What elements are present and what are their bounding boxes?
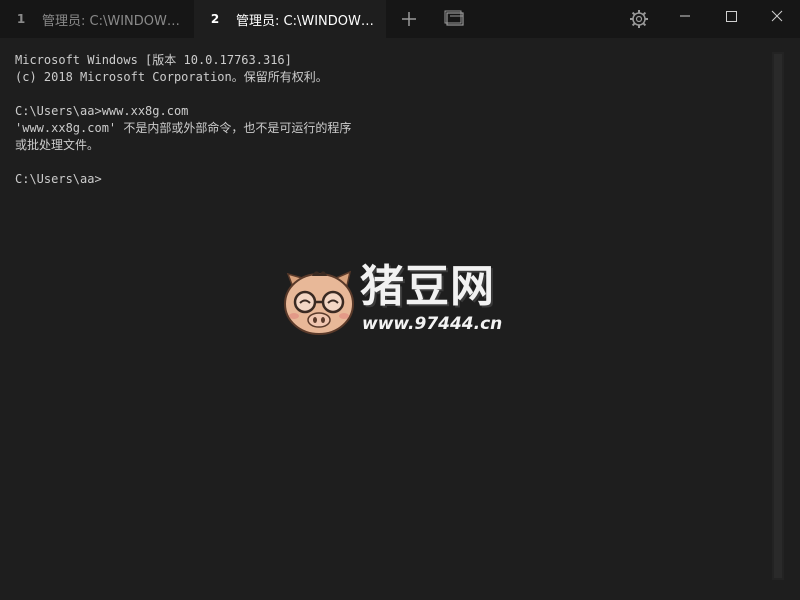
close-icon xyxy=(771,10,783,22)
terminal-line: 或批处理文件。 xyxy=(15,138,100,152)
tab-title: 管理员: C:\WINDOWS... xyxy=(42,13,182,29)
maximize-icon xyxy=(726,11,737,22)
tab-index: 1 xyxy=(16,12,26,26)
scrollbar[interactable] xyxy=(772,52,784,580)
tab-2[interactable]: 2 管理员: C:\WINDOWS... xyxy=(194,0,386,38)
terminal-line: Microsoft Windows [版本 10.0.17763.316] xyxy=(15,53,292,67)
maximize-button[interactable] xyxy=(708,0,754,34)
terminal-line: C:\Users\aa>www.xx8g.com xyxy=(15,104,189,118)
scrollbar-thumb[interactable] xyxy=(774,54,782,578)
close-button[interactable] xyxy=(754,0,800,34)
watermark-url: www.97444.cn xyxy=(362,314,503,334)
terminal-line: (c) 2018 Microsoft Corporation。保留所有权利。 xyxy=(15,70,328,84)
watermark: 猪豆网 www.97444.cn xyxy=(280,262,520,342)
settings-button[interactable] xyxy=(626,6,652,32)
title-bar: 1 管理员: C:\WINDOWS... 2 管理员: C:\WINDOWS..… xyxy=(0,0,800,38)
gear-icon xyxy=(630,10,648,28)
terminal-window: 1 管理员: C:\WINDOWS... 2 管理员: C:\WINDOWS..… xyxy=(0,0,800,600)
plus-icon xyxy=(402,12,416,26)
terminal-prompt[interactable]: C:\Users\aa> xyxy=(15,171,770,188)
minimize-button[interactable] xyxy=(662,0,708,34)
tab-1[interactable]: 1 管理员: C:\WINDOWS... xyxy=(0,0,192,38)
terminal-line: 'www.xx8g.com' 不是内部或外部命令，也不是可运行的程序 xyxy=(15,121,352,135)
new-tab-button[interactable] xyxy=(396,6,422,32)
watermark-title: 猪豆网 xyxy=(360,261,495,312)
pig-logo-icon xyxy=(284,270,354,335)
tab-title: 管理员: C:\WINDOWS... xyxy=(236,13,376,29)
minimize-icon xyxy=(680,15,690,17)
tab-index: 2 xyxy=(210,12,220,26)
tab-dropdown-icon xyxy=(444,10,464,26)
tab-dropdown-button[interactable] xyxy=(442,6,468,32)
